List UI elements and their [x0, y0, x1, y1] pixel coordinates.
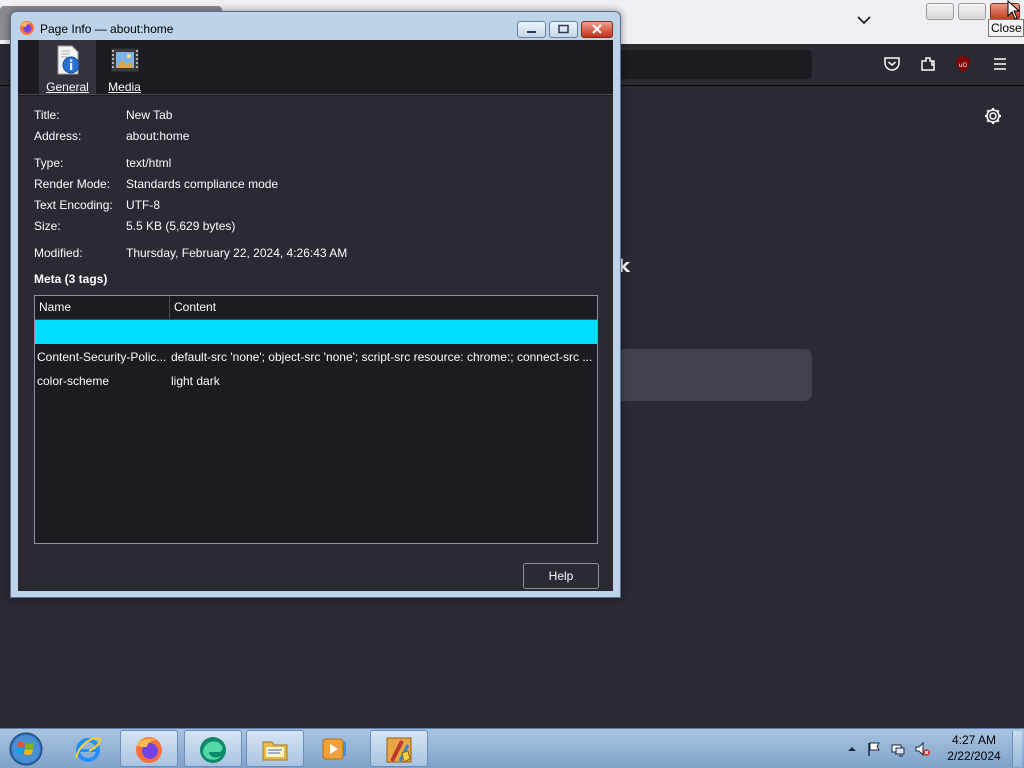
chevron-down-icon[interactable] [856, 12, 872, 28]
gear-icon[interactable] [983, 106, 1003, 126]
modified-label: Modified: [34, 246, 83, 260]
taskbar-media-player[interactable] [306, 730, 364, 767]
info-document-icon [57, 45, 79, 75]
volume-muted-icon[interactable] [914, 741, 930, 757]
tab-general[interactable]: General [39, 40, 96, 94]
clock-time: 4:27 AM [951, 733, 997, 747]
browser-restore-button[interactable] [958, 3, 986, 20]
meta-content-cell: light dark [171, 374, 220, 388]
media-filmstrip-icon [110, 47, 139, 73]
internet-explorer-icon [75, 737, 102, 762]
firefox-icon [136, 737, 162, 763]
show-desktop-button[interactable] [1012, 731, 1022, 767]
taskbar-control-panel[interactable] [370, 730, 428, 767]
meta-name-cell: Content-Security-Polic... [37, 350, 167, 364]
show-hidden-icons-icon[interactable] [844, 741, 860, 757]
table-row-selected[interactable] [35, 320, 597, 344]
text-encoding-value: UTF-8 [126, 198, 160, 212]
tab-media[interactable]: Media [96, 40, 153, 94]
size-label: Size: [34, 219, 61, 233]
svg-text:uO: uO [959, 62, 968, 69]
close-tooltip: Close [988, 19, 1024, 37]
table-row[interactable]: Content-Security-Polic... default-src 'n… [35, 346, 597, 368]
help-button[interactable]: Help [523, 563, 599, 589]
dialog-content: General Media Title: New Tab Address: ab… [18, 40, 613, 591]
render-mode-label: Render Mode: [34, 177, 111, 191]
close-icon [592, 24, 602, 34]
pocket-icon[interactable] [882, 54, 902, 74]
ublock-origin-icon[interactable]: uO [953, 54, 973, 74]
media-player-icon [322, 738, 346, 760]
clock-date: 2/22/2024 [947, 749, 1001, 763]
folder-icon [262, 741, 288, 761]
column-header-name[interactable]: Name [35, 296, 170, 319]
type-value: text/html [126, 156, 172, 170]
control-panel-icon [386, 737, 412, 763]
taskbar-edge[interactable] [184, 730, 242, 767]
meta-table[interactable]: Name Content Content-Security-Polic... d… [34, 295, 598, 544]
tab-media-label: Media [108, 80, 141, 94]
taskbar-firefox[interactable] [120, 730, 178, 767]
taskbar-clock[interactable]: 4:27 AM 2/22/2024 [940, 732, 1008, 764]
type-label: Type: [34, 156, 64, 170]
extensions-icon[interactable] [918, 54, 938, 74]
action-center-flag-icon[interactable] [866, 741, 882, 757]
page-info-dialog: Page Info — about:home General Media Tit… [10, 11, 621, 598]
dialog-close-button[interactable] [581, 21, 613, 38]
minimize-icon [527, 31, 536, 33]
firefox-icon [20, 21, 34, 35]
browser-minimize-button[interactable] [926, 3, 954, 20]
system-tray: 4:27 AM 2/22/2024 [840, 729, 1024, 768]
mouse-cursor-icon [1007, 0, 1021, 20]
modified-value: Thursday, February 22, 2024, 4:26:43 AM [126, 246, 348, 260]
tab-general-label: General [46, 80, 89, 94]
meta-content-cell: default-src 'none'; object-src 'none'; s… [171, 350, 593, 364]
taskbar: 4:27 AM 2/22/2024 [0, 728, 1024, 768]
dialog-title: Page Info — about:home [40, 22, 174, 36]
dialog-titlebar[interactable]: Page Info — about:home [11, 12, 620, 41]
title-value: New Tab [126, 108, 173, 122]
meta-table-header: Name Content [35, 296, 597, 320]
address-value: about:home [126, 129, 190, 143]
text-encoding-label: Text Encoding: [34, 198, 113, 212]
column-header-content[interactable]: Content [170, 296, 597, 319]
table-row[interactable]: color-scheme light dark [35, 370, 597, 392]
render-mode-value: Standards compliance mode [126, 177, 279, 191]
taskbar-internet-explorer[interactable] [60, 730, 118, 767]
dialog-tabstrip: General Media [18, 40, 613, 95]
dialog-maximize-button[interactable] [549, 21, 578, 38]
general-panel: Title: New Tab Address: about:home Type:… [18, 96, 613, 591]
network-icon[interactable] [890, 741, 906, 757]
size-value: 5.5 KB (5,629 bytes) [126, 219, 236, 233]
address-label: Address: [34, 129, 82, 143]
taskbar-file-explorer[interactable] [246, 730, 304, 767]
meta-heading: Meta (3 tags) [34, 272, 108, 286]
windows-start-button[interactable] [6, 731, 46, 767]
meta-name-cell: color-scheme [37, 374, 110, 388]
maximize-icon [558, 24, 569, 34]
menu-icon[interactable] [990, 54, 1010, 74]
edge-icon [200, 737, 226, 763]
dialog-minimize-button[interactable] [517, 21, 546, 38]
title-label: Title: [34, 108, 60, 122]
